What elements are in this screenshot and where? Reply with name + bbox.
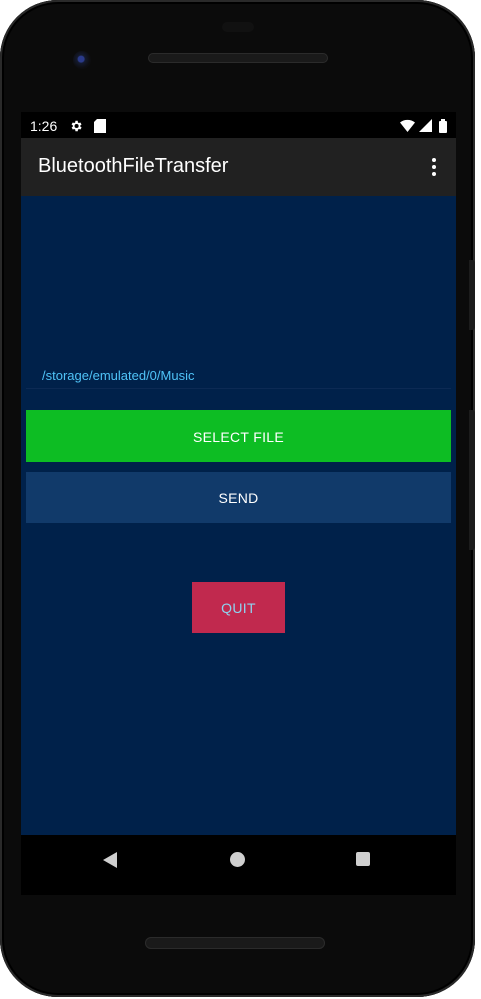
sd-card-icon — [93, 119, 107, 133]
selected-path-field: /storage/emulated/0/Music — [26, 356, 451, 389]
phone-frame: 1:26 BluetoothFileTransfer /storage/emul… — [0, 0, 475, 997]
bottom-speaker — [145, 937, 325, 949]
signal-icon — [418, 119, 432, 133]
quit-button[interactable]: QUIT — [192, 582, 285, 633]
back-icon[interactable] — [103, 852, 117, 868]
recents-icon[interactable] — [356, 852, 370, 866]
wifi-icon — [400, 119, 415, 133]
send-button[interactable]: SEND — [26, 472, 451, 523]
home-icon[interactable] — [230, 852, 245, 867]
app-bar: BluetoothFileTransfer — [21, 138, 456, 196]
proximity-sensor — [222, 22, 254, 32]
volume-button — [469, 410, 475, 550]
battery-icon — [436, 119, 450, 133]
gear-icon — [69, 119, 83, 133]
status-bar: 1:26 — [21, 112, 456, 138]
selected-path-text: /storage/emulated/0/Music — [42, 368, 195, 383]
navigation-bar — [21, 835, 456, 895]
app-title: BluetoothFileTransfer — [38, 155, 229, 177]
earpiece-speaker — [148, 53, 328, 63]
power-button — [469, 260, 475, 330]
overflow-menu-icon[interactable] — [426, 156, 442, 178]
front-camera-icon — [73, 51, 91, 69]
select-file-button[interactable]: SELECT FILE — [26, 410, 451, 462]
main-content: /storage/emulated/0/Music SELECT FILE SE… — [21, 196, 456, 835]
screen: 1:26 BluetoothFileTransfer /storage/emul… — [21, 112, 456, 895]
status-time: 1:26 — [30, 118, 58, 134]
